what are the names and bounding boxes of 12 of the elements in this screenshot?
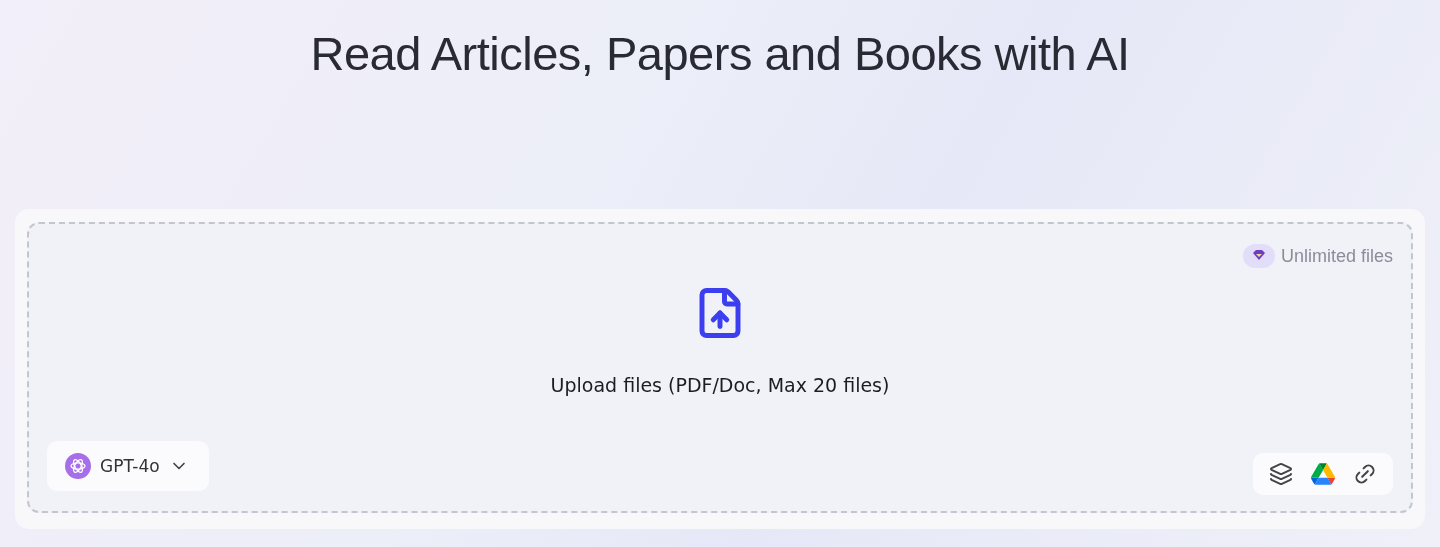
upload-prompt: Upload files (PDF/Doc, Max 20 files) (550, 374, 890, 396)
gem-icon (1242, 244, 1275, 268)
page-title: Read Articles, Papers and Books with AI (310, 26, 1130, 81)
model-selector[interactable]: GPT-4o (47, 441, 209, 491)
layers-icon (1269, 462, 1293, 486)
drive-button[interactable] (1311, 463, 1335, 485)
model-icon (65, 453, 91, 479)
drop-zone[interactable]: Unlimited files Upload files (PDF/Doc, Max 20 files) GPT-4o (27, 222, 1413, 513)
layers-button[interactable] (1269, 462, 1293, 486)
drive-icon (1311, 463, 1335, 485)
link-button[interactable] (1353, 462, 1377, 486)
unlimited-files-label: Unlimited files (1280, 245, 1393, 267)
